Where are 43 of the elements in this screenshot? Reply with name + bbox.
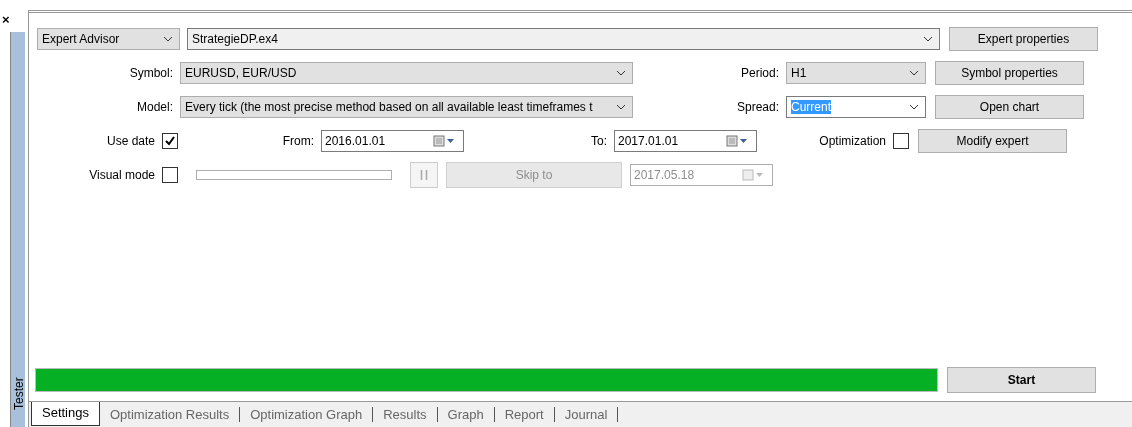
expert-type-dropdown[interactable]: Expert Advisor [37, 28, 180, 50]
field-label: Spread: [735, 100, 780, 114]
from-date-field[interactable]: 2016.01.01 [321, 130, 464, 152]
chevron-icon [923, 36, 933, 42]
symbol-properties-button[interactable]: Symbol properties [935, 61, 1084, 85]
tab[interactable]: Report [494, 407, 554, 422]
chevron-icon [909, 70, 919, 76]
checkbox-label: Visual mode [88, 168, 156, 182]
pause-icon [420, 169, 428, 181]
calendar-icon [742, 169, 764, 181]
use-date-checkbox[interactable] [162, 133, 178, 149]
field-label: Model: [135, 100, 174, 114]
open-chart-button[interactable]: Open chart [935, 95, 1084, 119]
tab[interactable]: Results [373, 407, 437, 422]
tab[interactable]: Optimization Results [100, 407, 240, 422]
chevron-icon [616, 104, 626, 110]
calendar-icon [433, 135, 455, 147]
checkbox-label: Use date [105, 134, 156, 148]
panel-title: Tester [12, 378, 26, 410]
tab[interactable]: Graph [437, 407, 494, 422]
field-label: Symbol: [128, 66, 174, 80]
model-dropdown[interactable]: Every tick (the most precise method based on all available least timeframes t [180, 96, 633, 118]
modify-expert-button[interactable]: Modify expert [918, 129, 1067, 153]
chevron-icon [909, 104, 919, 110]
close-button[interactable]: × [2, 14, 10, 26]
expert-file-dropdown[interactable]: StrategieDP.ex4 [187, 28, 940, 50]
tab[interactable]: Journal [554, 407, 618, 422]
period-dropdown[interactable]: H1 [786, 62, 926, 84]
symbol-dropdown[interactable]: EURUSD, EUR/USD [180, 62, 633, 84]
start-button[interactable]: Start [947, 367, 1096, 393]
tab[interactable]: Settings [31, 402, 100, 426]
visual-mode-checkbox[interactable] [162, 167, 178, 183]
tab[interactable]: Optimization Graph [240, 407, 373, 422]
field-label: From: [281, 134, 315, 148]
chevron-icon [616, 70, 626, 76]
to-date-field[interactable]: 2017.01.01 [614, 130, 757, 152]
chevron-icon [163, 36, 173, 42]
expert-properties-button[interactable]: Expert properties [949, 27, 1098, 51]
calendar-icon [726, 135, 748, 147]
optimization-checkbox[interactable] [893, 133, 909, 149]
field-label: Period: [739, 66, 780, 80]
field-label: To: [590, 134, 608, 148]
checkbox-label: Optimization [818, 134, 887, 148]
